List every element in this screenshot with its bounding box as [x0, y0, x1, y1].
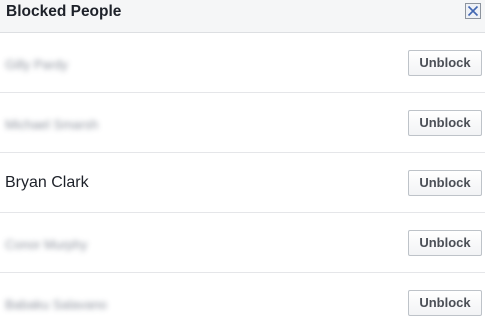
list-item: Conor Murphy Unblock: [0, 213, 485, 273]
unblock-button[interactable]: Unblock: [408, 230, 482, 256]
dialog-header: Blocked People: [0, 0, 485, 33]
blocked-person-name: Conor Murphy: [5, 237, 88, 252]
unblock-button[interactable]: Unblock: [408, 50, 482, 76]
unblock-button[interactable]: Unblock: [408, 170, 482, 196]
close-icon[interactable]: [465, 3, 481, 19]
blocked-person-name: Gilly Pardy: [5, 57, 68, 72]
blocked-people-dialog: Blocked People Gilly Pardy Unblock Micha…: [0, 0, 485, 323]
blocked-person-name: Babaku Salavano: [5, 297, 107, 312]
blocked-person-name: Bryan Clark: [5, 174, 89, 191]
list-item: Bryan Clark Unblock: [0, 153, 485, 213]
dialog-title: Blocked People: [6, 3, 122, 20]
blocked-people-list: Gilly Pardy Unblock Michael Smarsh Unblo…: [0, 33, 485, 333]
unblock-button[interactable]: Unblock: [408, 290, 482, 316]
unblock-button[interactable]: Unblock: [408, 110, 482, 136]
blocked-person-name: Michael Smarsh: [5, 117, 99, 132]
list-item: Michael Smarsh Unblock: [0, 93, 485, 153]
list-item: Gilly Pardy Unblock: [0, 33, 485, 93]
list-item: Babaku Salavano Unblock: [0, 273, 485, 333]
